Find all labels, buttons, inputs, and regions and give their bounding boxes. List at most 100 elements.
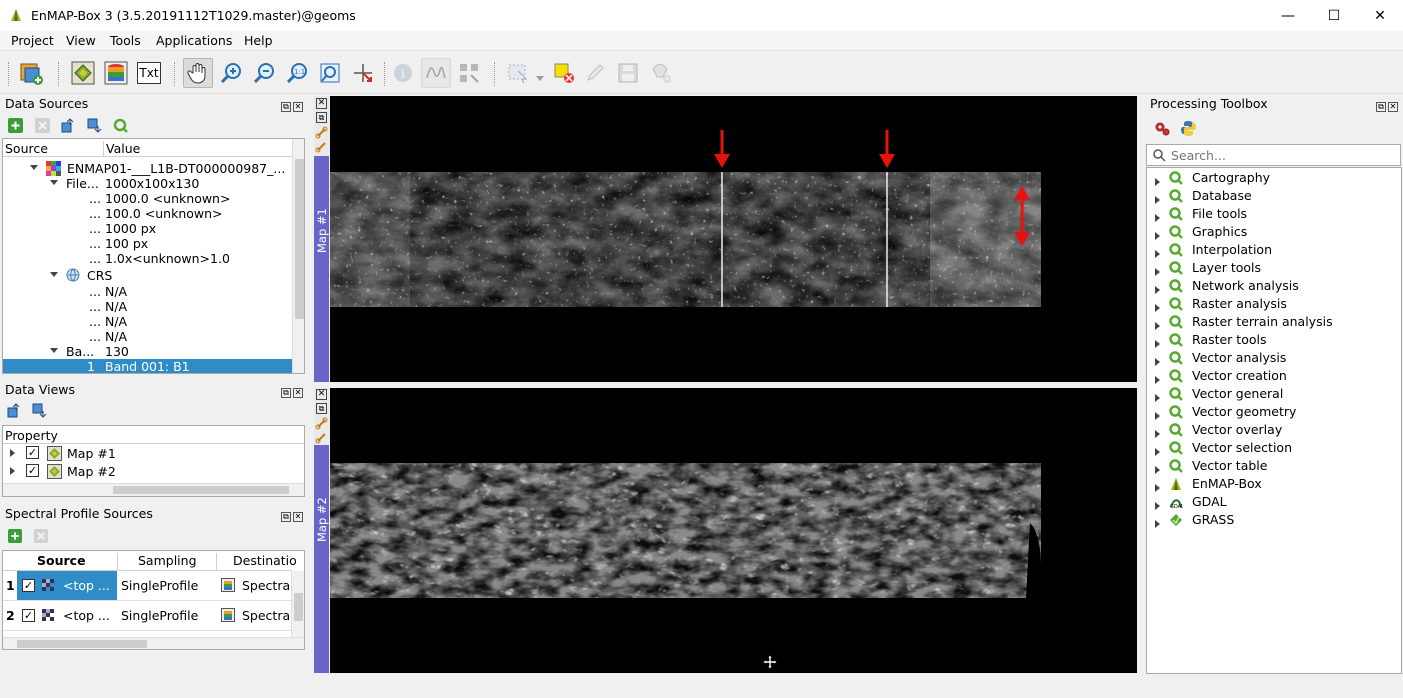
tree-row[interactable]: ... 1000 px [3,221,292,236]
provider-item[interactable]: Raster tools [1147,331,1401,349]
remove-icon[interactable] [34,529,48,543]
zoom-out-button[interactable] [249,58,279,88]
provider-item[interactable]: Raster terrain analysis [1147,313,1401,331]
destination-cell[interactable]: Spectra [242,578,290,593]
add-data-source-button[interactable] [16,58,46,88]
vertical-scrollbar[interactable] [292,139,304,373]
remove-icon[interactable] [35,118,50,133]
tree-row[interactable]: ... N/A [3,299,292,314]
table-row[interactable]: 1 ✓ <top ... SingleProfile Spectra [3,571,292,601]
dock-close-icon[interactable]: ✕ [293,102,303,112]
scrollbar-thumb[interactable] [294,593,303,621]
provider-item[interactable]: Network analysis [1147,277,1401,295]
sampling-cell[interactable]: SingleProfile [121,608,198,623]
collapse-all-icon[interactable] [61,118,76,133]
row-checkbox[interactable]: ✓ [22,579,35,592]
expand-all-icon[interactable] [32,403,47,418]
provider-item[interactable]: Vector table [1147,457,1401,475]
zoom-in-button[interactable] [216,58,246,88]
provider-item[interactable]: Vector analysis [1147,349,1401,367]
add-icon[interactable] [8,529,22,543]
deselect-features-button[interactable] [549,58,579,88]
save-edits-button[interactable] [613,58,643,88]
add-feature-button[interactable] [646,58,676,88]
search-input[interactable] [1171,147,1396,163]
maximize-button[interactable]: ☐ [1311,0,1357,31]
dock-close-icon[interactable]: ✕ [316,389,327,400]
identify-cursor-button[interactable] [454,58,484,88]
link-icon[interactable] [315,126,328,139]
tree-row[interactable]: ... N/A [3,284,292,299]
provider-item[interactable]: Raster analysis [1147,295,1401,313]
chevron-down-icon[interactable] [536,69,544,84]
minimize-button[interactable]: — [1265,0,1311,31]
tree-row[interactable]: ... N/A [3,329,292,344]
map1-canvas[interactable] [330,96,1137,382]
data-view-item[interactable]: ✓ Map #2 [3,464,304,479]
tree-row[interactable]: ENMAP01-___L1B-DT000000987_... [3,161,292,176]
scrollbar-thumb[interactable] [17,640,147,648]
scrollbar-thumb[interactable] [295,159,304,319]
scrollbar-thumb[interactable] [113,486,289,494]
select-features-button[interactable] [503,58,533,88]
map2-tab[interactable]: Map #2 [314,445,329,673]
column-value[interactable]: Value [103,141,140,156]
menu-view[interactable]: View [66,33,96,48]
float-icon[interactable]: ⧉ [316,112,327,123]
visibility-checkbox[interactable]: ✓ [26,464,39,477]
column-source[interactable]: Source [5,141,48,156]
column-sampling[interactable]: Sampling [117,553,197,571]
qgis-icon[interactable] [113,118,128,133]
menu-help[interactable]: Help [244,33,273,48]
provider-item[interactable]: Vector selection [1147,439,1401,457]
search-box[interactable] [1146,144,1401,166]
provider-item[interactable]: Vector general [1147,385,1401,403]
map1-tab[interactable]: Map #1 [314,156,329,382]
tree-row-selected[interactable]: 1 Band 001: B1 [3,359,292,373]
provider-item[interactable]: EnMAP-Box [1147,475,1401,493]
menu-project[interactable]: Project [11,33,54,48]
sampling-cell[interactable]: SingleProfile [121,578,198,593]
provider-item[interactable]: Interpolation [1147,241,1401,259]
provider-item[interactable]: Vector overlay [1147,421,1401,439]
dock-close-icon[interactable]: ✕ [293,388,303,398]
provider-item[interactable]: GRASS [1147,511,1401,529]
open-map-view-button[interactable] [68,58,98,88]
move-center-button[interactable] [348,58,378,88]
provider-item[interactable]: Graphics [1147,223,1401,241]
tree-row[interactable]: File... 1000x100x130 [3,176,292,191]
provider-item[interactable]: Vector creation [1147,367,1401,385]
link-icon[interactable] [315,140,328,153]
vertical-scrollbar[interactable] [291,571,304,637]
menu-tools[interactable]: Tools [110,33,141,48]
tree-row[interactable]: ... 100.0 <unknown> [3,206,292,221]
link-icon[interactable] [315,431,328,444]
provider-item[interactable]: Cartography [1147,169,1401,187]
tree-row[interactable]: ... N/A [3,314,292,329]
provider-item[interactable]: Vector geometry [1147,403,1401,421]
tree-row[interactable]: CRS [3,268,292,283]
menu-applications[interactable]: Applications [156,33,232,48]
table-row[interactable]: 2 ✓ <top ... SingleProfile Spectra [3,601,292,631]
pan-button[interactable] [183,58,213,88]
dock-close-icon[interactable]: ✕ [293,512,303,522]
identify-button[interactable]: i [388,58,418,88]
tree-row[interactable]: ... 1000.0 <unknown> [3,191,292,206]
tree-row[interactable]: Ba... 130 [3,344,292,359]
dock-close-icon[interactable]: ✕ [1388,102,1398,112]
row-checkbox[interactable]: ✓ [22,609,35,622]
data-view-item[interactable]: ✓ Map #1 [3,446,304,461]
collapse-all-icon[interactable] [7,403,22,418]
provider-item[interactable]: File tools [1147,205,1401,223]
column-destination[interactable]: Destinatio [216,553,297,571]
float-icon[interactable]: ⧉ [316,403,327,414]
column-source[interactable]: Source [37,553,86,568]
add-icon[interactable] [8,118,23,133]
provider-item[interactable]: Layer tools [1147,259,1401,277]
column-property[interactable]: Property [5,428,58,443]
float-icon[interactable]: ⧉ [281,512,291,522]
map2-canvas[interactable] [330,388,1137,673]
float-icon[interactable]: ⧉ [1376,102,1386,112]
visibility-checkbox[interactable]: ✓ [26,446,39,459]
tree-row[interactable]: ... 1.0x<unknown>1.0 [3,251,292,266]
